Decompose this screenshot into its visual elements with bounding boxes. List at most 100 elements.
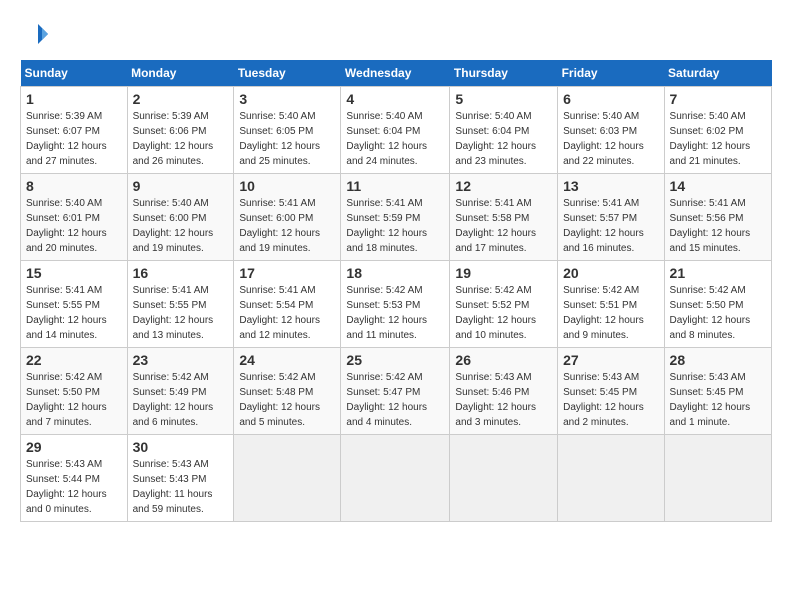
day-number: 29 <box>26 439 122 455</box>
calendar-cell: 27 Sunrise: 5:43 AMSunset: 5:45 PMDaylig… <box>558 348 664 435</box>
day-info: Sunrise: 5:40 AMSunset: 6:04 PMDaylight:… <box>455 109 552 169</box>
day-number: 15 <box>26 265 122 281</box>
calendar-cell: 7 Sunrise: 5:40 AMSunset: 6:02 PMDayligh… <box>664 87 771 174</box>
day-info: Sunrise: 5:43 AMSunset: 5:43 PMDaylight:… <box>133 457 229 517</box>
day-header-wednesday: Wednesday <box>341 60 450 87</box>
day-number: 5 <box>455 91 552 107</box>
calendar-cell: 10 Sunrise: 5:41 AMSunset: 6:00 PMDaylig… <box>234 174 341 261</box>
day-number: 1 <box>26 91 122 107</box>
day-info: Sunrise: 5:42 AMSunset: 5:47 PMDaylight:… <box>346 370 444 430</box>
day-info: Sunrise: 5:42 AMSunset: 5:53 PMDaylight:… <box>346 283 444 343</box>
calendar-cell: 21 Sunrise: 5:42 AMSunset: 5:50 PMDaylig… <box>664 261 771 348</box>
day-info: Sunrise: 5:43 AMSunset: 5:45 PMDaylight:… <box>670 370 766 430</box>
day-number: 18 <box>346 265 444 281</box>
day-info: Sunrise: 5:40 AMSunset: 6:00 PMDaylight:… <box>133 196 229 256</box>
calendar-cell: 11 Sunrise: 5:41 AMSunset: 5:59 PMDaylig… <box>341 174 450 261</box>
calendar-cell: 2 Sunrise: 5:39 AMSunset: 6:06 PMDayligh… <box>127 87 234 174</box>
day-number: 24 <box>239 352 335 368</box>
day-number: 3 <box>239 91 335 107</box>
calendar-cell: 9 Sunrise: 5:40 AMSunset: 6:00 PMDayligh… <box>127 174 234 261</box>
day-info: Sunrise: 5:40 AMSunset: 6:04 PMDaylight:… <box>346 109 444 169</box>
calendar-cell: 13 Sunrise: 5:41 AMSunset: 5:57 PMDaylig… <box>558 174 664 261</box>
day-info: Sunrise: 5:43 AMSunset: 5:44 PMDaylight:… <box>26 457 122 517</box>
day-header-thursday: Thursday <box>450 60 558 87</box>
day-info: Sunrise: 5:42 AMSunset: 5:49 PMDaylight:… <box>133 370 229 430</box>
calendar-cell: 8 Sunrise: 5:40 AMSunset: 6:01 PMDayligh… <box>21 174 128 261</box>
day-number: 11 <box>346 178 444 194</box>
day-number: 12 <box>455 178 552 194</box>
day-info: Sunrise: 5:41 AMSunset: 5:55 PMDaylight:… <box>133 283 229 343</box>
day-number: 8 <box>26 178 122 194</box>
calendar-cell: 1 Sunrise: 5:39 AMSunset: 6:07 PMDayligh… <box>21 87 128 174</box>
header-row: SundayMondayTuesdayWednesdayThursdayFrid… <box>21 60 772 87</box>
week-row-4: 22 Sunrise: 5:42 AMSunset: 5:50 PMDaylig… <box>21 348 772 435</box>
calendar-cell: 3 Sunrise: 5:40 AMSunset: 6:05 PMDayligh… <box>234 87 341 174</box>
day-info: Sunrise: 5:39 AMSunset: 6:07 PMDaylight:… <box>26 109 122 169</box>
day-info: Sunrise: 5:41 AMSunset: 5:59 PMDaylight:… <box>346 196 444 256</box>
day-number: 6 <box>563 91 658 107</box>
calendar-cell: 19 Sunrise: 5:42 AMSunset: 5:52 PMDaylig… <box>450 261 558 348</box>
day-number: 13 <box>563 178 658 194</box>
day-number: 26 <box>455 352 552 368</box>
day-info: Sunrise: 5:41 AMSunset: 5:58 PMDaylight:… <box>455 196 552 256</box>
day-number: 22 <box>26 352 122 368</box>
calendar-cell: 15 Sunrise: 5:41 AMSunset: 5:55 PMDaylig… <box>21 261 128 348</box>
day-info: Sunrise: 5:43 AMSunset: 5:45 PMDaylight:… <box>563 370 658 430</box>
day-header-monday: Monday <box>127 60 234 87</box>
calendar-cell: 30 Sunrise: 5:43 AMSunset: 5:43 PMDaylig… <box>127 435 234 522</box>
day-info: Sunrise: 5:42 AMSunset: 5:52 PMDaylight:… <box>455 283 552 343</box>
day-info: Sunrise: 5:39 AMSunset: 6:06 PMDaylight:… <box>133 109 229 169</box>
day-info: Sunrise: 5:41 AMSunset: 5:54 PMDaylight:… <box>239 283 335 343</box>
logo <box>20 20 54 50</box>
day-info: Sunrise: 5:42 AMSunset: 5:50 PMDaylight:… <box>670 283 766 343</box>
calendar-cell <box>450 435 558 522</box>
week-row-5: 29 Sunrise: 5:43 AMSunset: 5:44 PMDaylig… <box>21 435 772 522</box>
calendar-cell <box>664 435 771 522</box>
day-info: Sunrise: 5:42 AMSunset: 5:50 PMDaylight:… <box>26 370 122 430</box>
calendar-cell: 5 Sunrise: 5:40 AMSunset: 6:04 PMDayligh… <box>450 87 558 174</box>
day-number: 30 <box>133 439 229 455</box>
calendar-cell: 17 Sunrise: 5:41 AMSunset: 5:54 PMDaylig… <box>234 261 341 348</box>
calendar-cell: 20 Sunrise: 5:42 AMSunset: 5:51 PMDaylig… <box>558 261 664 348</box>
week-row-3: 15 Sunrise: 5:41 AMSunset: 5:55 PMDaylig… <box>21 261 772 348</box>
day-number: 16 <box>133 265 229 281</box>
day-number: 27 <box>563 352 658 368</box>
day-info: Sunrise: 5:40 AMSunset: 6:03 PMDaylight:… <box>563 109 658 169</box>
calendar-cell <box>558 435 664 522</box>
day-number: 2 <box>133 91 229 107</box>
calendar-cell: 12 Sunrise: 5:41 AMSunset: 5:58 PMDaylig… <box>450 174 558 261</box>
day-info: Sunrise: 5:41 AMSunset: 5:55 PMDaylight:… <box>26 283 122 343</box>
day-number: 17 <box>239 265 335 281</box>
calendar-cell: 28 Sunrise: 5:43 AMSunset: 5:45 PMDaylig… <box>664 348 771 435</box>
day-number: 7 <box>670 91 766 107</box>
calendar-cell: 26 Sunrise: 5:43 AMSunset: 5:46 PMDaylig… <box>450 348 558 435</box>
day-number: 20 <box>563 265 658 281</box>
day-info: Sunrise: 5:41 AMSunset: 6:00 PMDaylight:… <box>239 196 335 256</box>
calendar-cell: 22 Sunrise: 5:42 AMSunset: 5:50 PMDaylig… <box>21 348 128 435</box>
day-info: Sunrise: 5:41 AMSunset: 5:56 PMDaylight:… <box>670 196 766 256</box>
calendar-cell: 29 Sunrise: 5:43 AMSunset: 5:44 PMDaylig… <box>21 435 128 522</box>
calendar-cell <box>341 435 450 522</box>
calendar-cell: 4 Sunrise: 5:40 AMSunset: 6:04 PMDayligh… <box>341 87 450 174</box>
day-number: 28 <box>670 352 766 368</box>
calendar-table: SundayMondayTuesdayWednesdayThursdayFrid… <box>20 60 772 522</box>
day-number: 14 <box>670 178 766 194</box>
day-header-tuesday: Tuesday <box>234 60 341 87</box>
calendar-cell: 6 Sunrise: 5:40 AMSunset: 6:03 PMDayligh… <box>558 87 664 174</box>
page-header <box>20 20 772 50</box>
day-info: Sunrise: 5:40 AMSunset: 6:05 PMDaylight:… <box>239 109 335 169</box>
day-info: Sunrise: 5:43 AMSunset: 5:46 PMDaylight:… <box>455 370 552 430</box>
week-row-1: 1 Sunrise: 5:39 AMSunset: 6:07 PMDayligh… <box>21 87 772 174</box>
day-header-saturday: Saturday <box>664 60 771 87</box>
day-info: Sunrise: 5:40 AMSunset: 6:02 PMDaylight:… <box>670 109 766 169</box>
week-row-2: 8 Sunrise: 5:40 AMSunset: 6:01 PMDayligh… <box>21 174 772 261</box>
day-info: Sunrise: 5:42 AMSunset: 5:48 PMDaylight:… <box>239 370 335 430</box>
day-info: Sunrise: 5:41 AMSunset: 5:57 PMDaylight:… <box>563 196 658 256</box>
calendar-cell <box>234 435 341 522</box>
calendar-cell: 25 Sunrise: 5:42 AMSunset: 5:47 PMDaylig… <box>341 348 450 435</box>
calendar-cell: 16 Sunrise: 5:41 AMSunset: 5:55 PMDaylig… <box>127 261 234 348</box>
day-number: 9 <box>133 178 229 194</box>
calendar-cell: 24 Sunrise: 5:42 AMSunset: 5:48 PMDaylig… <box>234 348 341 435</box>
day-info: Sunrise: 5:40 AMSunset: 6:01 PMDaylight:… <box>26 196 122 256</box>
day-number: 23 <box>133 352 229 368</box>
